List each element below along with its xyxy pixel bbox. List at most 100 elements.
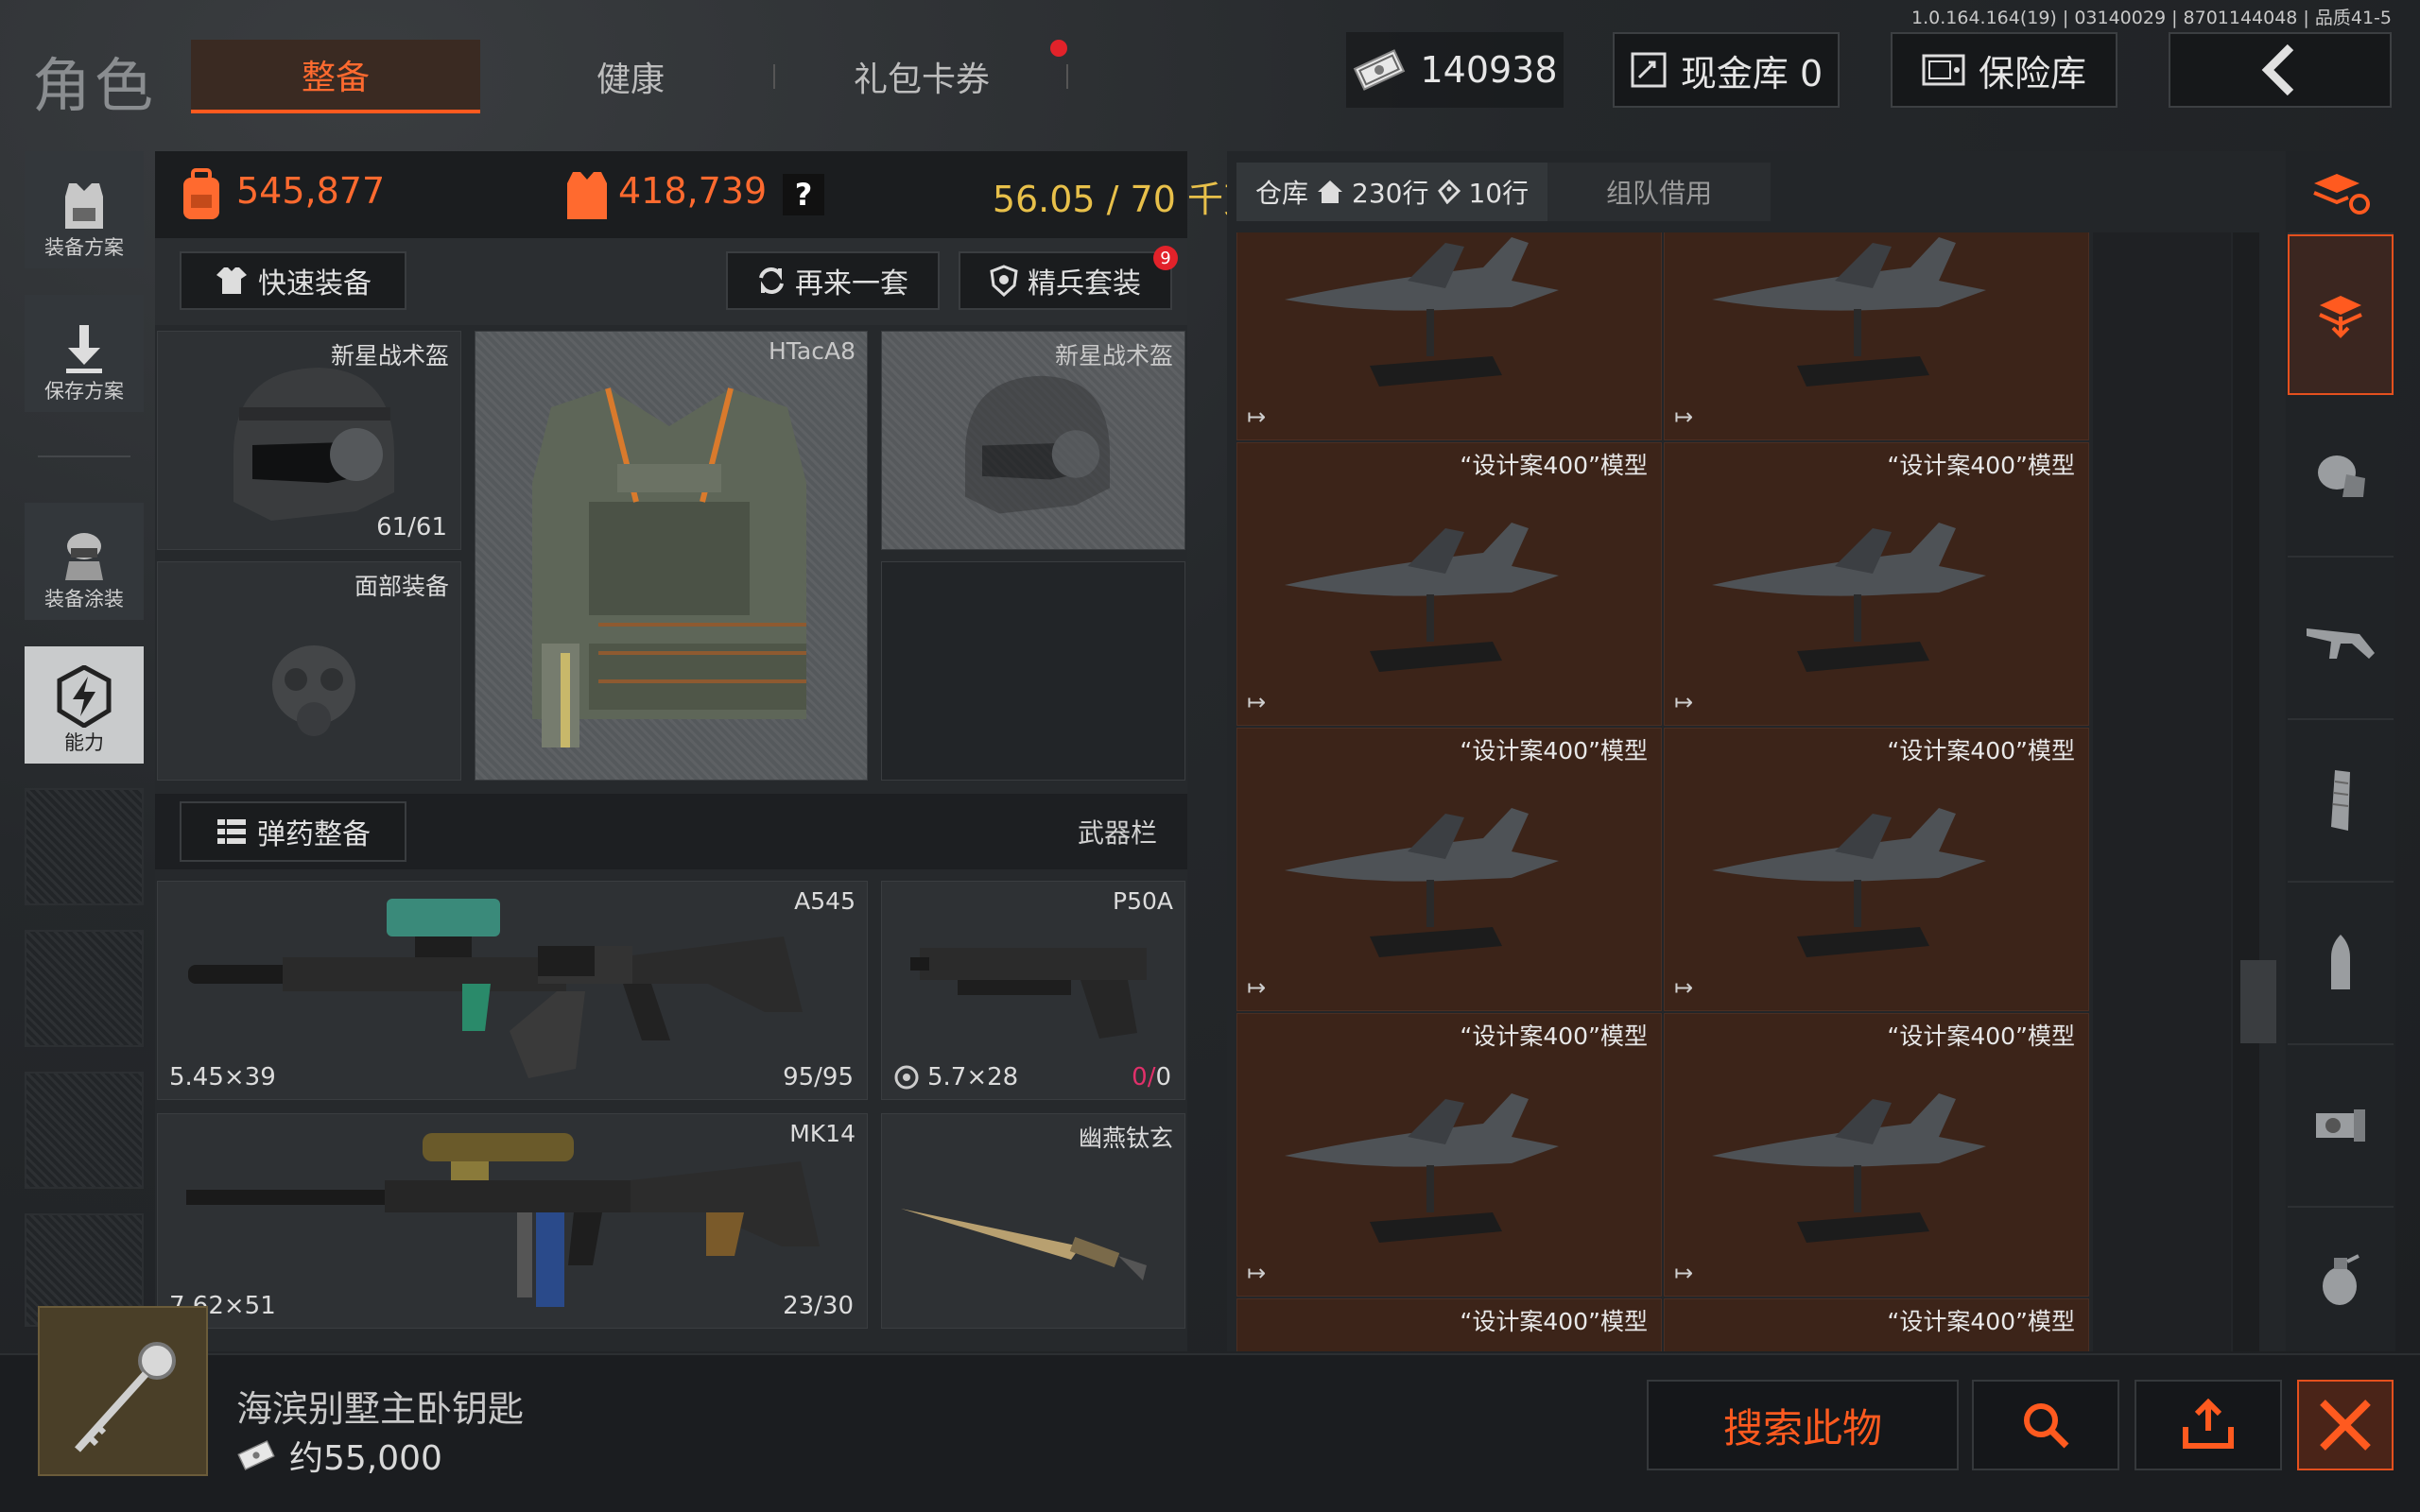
box-download-icon xyxy=(2319,296,2362,338)
category-ammo[interactable] xyxy=(2288,885,2394,1045)
vest-icon xyxy=(532,387,806,747)
upload-icon xyxy=(2183,1399,2234,1449)
gas-mask-icon xyxy=(272,645,355,736)
move-out-icon[interactable]: ↦ xyxy=(1674,404,1693,430)
move-out-icon[interactable]: ↦ xyxy=(1247,974,1266,1001)
ammo-equip-button[interactable]: 弹药整备 xyxy=(180,801,406,862)
magazine-icon xyxy=(2331,770,2350,831)
warehouse-item[interactable]: “设计案400”模型↦ xyxy=(1236,1013,1662,1297)
layers-refresh-icon xyxy=(2313,174,2370,215)
equipment-plan-button[interactable]: 装备方案 xyxy=(25,151,144,268)
move-out-icon[interactable]: ↦ xyxy=(1247,689,1266,715)
category-magazines[interactable] xyxy=(2288,722,2394,883)
armor-icon xyxy=(2318,455,2365,497)
repeat-set-button[interactable]: 再来一套 xyxy=(726,251,940,310)
category-all[interactable] xyxy=(2288,234,2394,395)
back-arrow-icon xyxy=(2261,43,2294,96)
refresh-icon xyxy=(759,267,784,294)
warehouse-item[interactable]: “设计案400”模型 ↦ xyxy=(1664,1013,2089,1297)
category-armor[interactable] xyxy=(2288,397,2394,558)
warehouse-item[interactable]: “设计案400”模型 ↦ xyxy=(1236,728,1662,1011)
tab-divider xyxy=(1066,64,1068,89)
empty-gear-slot[interactable] xyxy=(881,561,1185,781)
ability-button[interactable]: 能力 xyxy=(25,646,144,764)
version-info: 1.0.164.164(19) | 03140029 | 8701144048 … xyxy=(1911,8,2392,28)
warehouse-item[interactable]: “设计案400”模型↦ xyxy=(1664,728,2089,1011)
grenade-icon xyxy=(2323,1254,2360,1305)
weight-display: 56.05 / 70 千克 xyxy=(992,179,1259,220)
item-name: “设计案400”模型 xyxy=(1887,1022,2075,1050)
aircraft-model-icon xyxy=(1285,237,1559,387)
aircraft-model-icon xyxy=(1712,523,1986,672)
tab-gift-cards[interactable]: 礼包卡券 xyxy=(777,40,1066,113)
tab-equip[interactable]: 整备 xyxy=(191,40,480,113)
armor-slot[interactable]: HTacA8 xyxy=(475,331,868,781)
notification-dot xyxy=(1050,40,1067,57)
cash-vault-button[interactable]: 现金库 0 xyxy=(1613,32,1840,108)
item-name: “设计案400”模型 xyxy=(1460,452,1648,479)
category-attachments[interactable] xyxy=(2288,1047,2394,1208)
safe-box-button[interactable]: 保险库 xyxy=(1891,32,2118,108)
empty-slot xyxy=(25,930,144,1047)
warehouse-item[interactable]: “设计案400”模型↦ xyxy=(1664,442,2089,726)
warehouse-item[interactable]: “设计案400”模型 ↦ xyxy=(1236,442,1662,726)
weapon-caliber: 5.7×28 xyxy=(893,1063,1018,1091)
armor-icon xyxy=(567,172,607,219)
move-out-icon[interactable]: ↦ xyxy=(1674,974,1693,1001)
lightning-shield-icon xyxy=(57,665,112,728)
secondary-weapon-slot[interactable]: P50A 5.7×28 0/0 xyxy=(881,881,1185,1100)
warehouse-item[interactable]: “设计案400”模型↦ xyxy=(1664,1298,2089,1351)
tab-team-borrow[interactable]: 组队借用 xyxy=(1547,163,1772,221)
close-button[interactable] xyxy=(2297,1380,2394,1470)
sort-stack-button[interactable] xyxy=(2288,151,2394,234)
selected-item-price: 约55,000 xyxy=(236,1431,442,1480)
tab-health[interactable]: 健康 xyxy=(486,40,775,113)
tab-warehouse[interactable]: 仓库 230行 10行 xyxy=(1236,163,1548,221)
move-out-button[interactable] xyxy=(2135,1380,2282,1470)
scrollbar-thumb[interactable] xyxy=(2240,960,2276,1043)
value-help-button[interactable]: ? xyxy=(783,174,824,215)
cash-icon xyxy=(1354,49,1406,91)
category-weapons[interactable] xyxy=(2288,559,2394,720)
warehouse-item[interactable]: ↦ xyxy=(1664,232,2089,440)
warehouse-item[interactable]: ↦ xyxy=(1236,232,1662,440)
elite-set-button[interactable]: 精兵套装 xyxy=(959,251,1172,310)
face-slot[interactable]: 面部装备 xyxy=(157,561,461,781)
quick-equip-button[interactable]: 快速装备 xyxy=(180,251,406,310)
weapon-ammo: 23/30 xyxy=(783,1292,854,1320)
primary-weapon-slot[interactable]: A545 5.45×39 95/95 xyxy=(157,881,868,1100)
close-icon xyxy=(2320,1400,2371,1451)
move-out-icon[interactable]: ↦ xyxy=(1247,1260,1266,1286)
elite-set-badge: 9 xyxy=(1153,246,1178,270)
search-button[interactable] xyxy=(1972,1380,2119,1470)
search-item-button[interactable]: 搜索此物 xyxy=(1647,1380,1959,1470)
item-name: “设计案400”模型 xyxy=(1887,1308,2075,1335)
weapon-name: P50A xyxy=(1113,887,1173,915)
melee-weapon-slot[interactable]: 幽燕钛玄 xyxy=(881,1113,1185,1329)
ammo-type-icon xyxy=(894,1065,919,1090)
move-out-icon[interactable]: ↦ xyxy=(1247,404,1266,430)
soldier-icon xyxy=(65,533,103,580)
helmet-icon xyxy=(233,368,394,521)
ammo-list-icon xyxy=(217,819,246,844)
move-out-icon[interactable]: ↦ xyxy=(1674,1260,1693,1286)
category-throwables[interactable] xyxy=(2288,1210,2394,1351)
scope-icon xyxy=(2316,1109,2365,1142)
warehouse-scrollbar[interactable] xyxy=(2233,232,2259,1351)
helmet-slot[interactable]: 新星战术盔 61/61 xyxy=(157,331,461,550)
equipment-skin-button[interactable]: 装备涂装 xyxy=(25,503,144,620)
aircraft-model-icon xyxy=(1285,1093,1559,1243)
save-plan-button[interactable]: 保存方案 xyxy=(25,295,144,412)
item-name: “设计案400”模型 xyxy=(1460,737,1648,765)
weapon-bar-label: 武器栏 xyxy=(1078,817,1158,849)
warehouse-item[interactable]: “设计案400”模型↦ xyxy=(1236,1298,1662,1351)
helmet-slot-2[interactable]: 新星战术盔 xyxy=(881,331,1185,550)
stats-bar: 545,877 418,739 ? 56.05 / 70 千克 ? xyxy=(155,151,1325,238)
back-button[interactable] xyxy=(2169,32,2392,108)
move-out-icon[interactable]: ↦ xyxy=(1674,689,1693,715)
primary-weapon-slot-2[interactable]: MK14 7.62×51 23/30 xyxy=(157,1113,868,1329)
currency-display[interactable]: 140938 xyxy=(1346,32,1564,108)
weapon-ammo: 95/95 xyxy=(783,1063,854,1091)
rifle-icon xyxy=(2307,628,2375,659)
knife-icon xyxy=(901,1209,1147,1280)
